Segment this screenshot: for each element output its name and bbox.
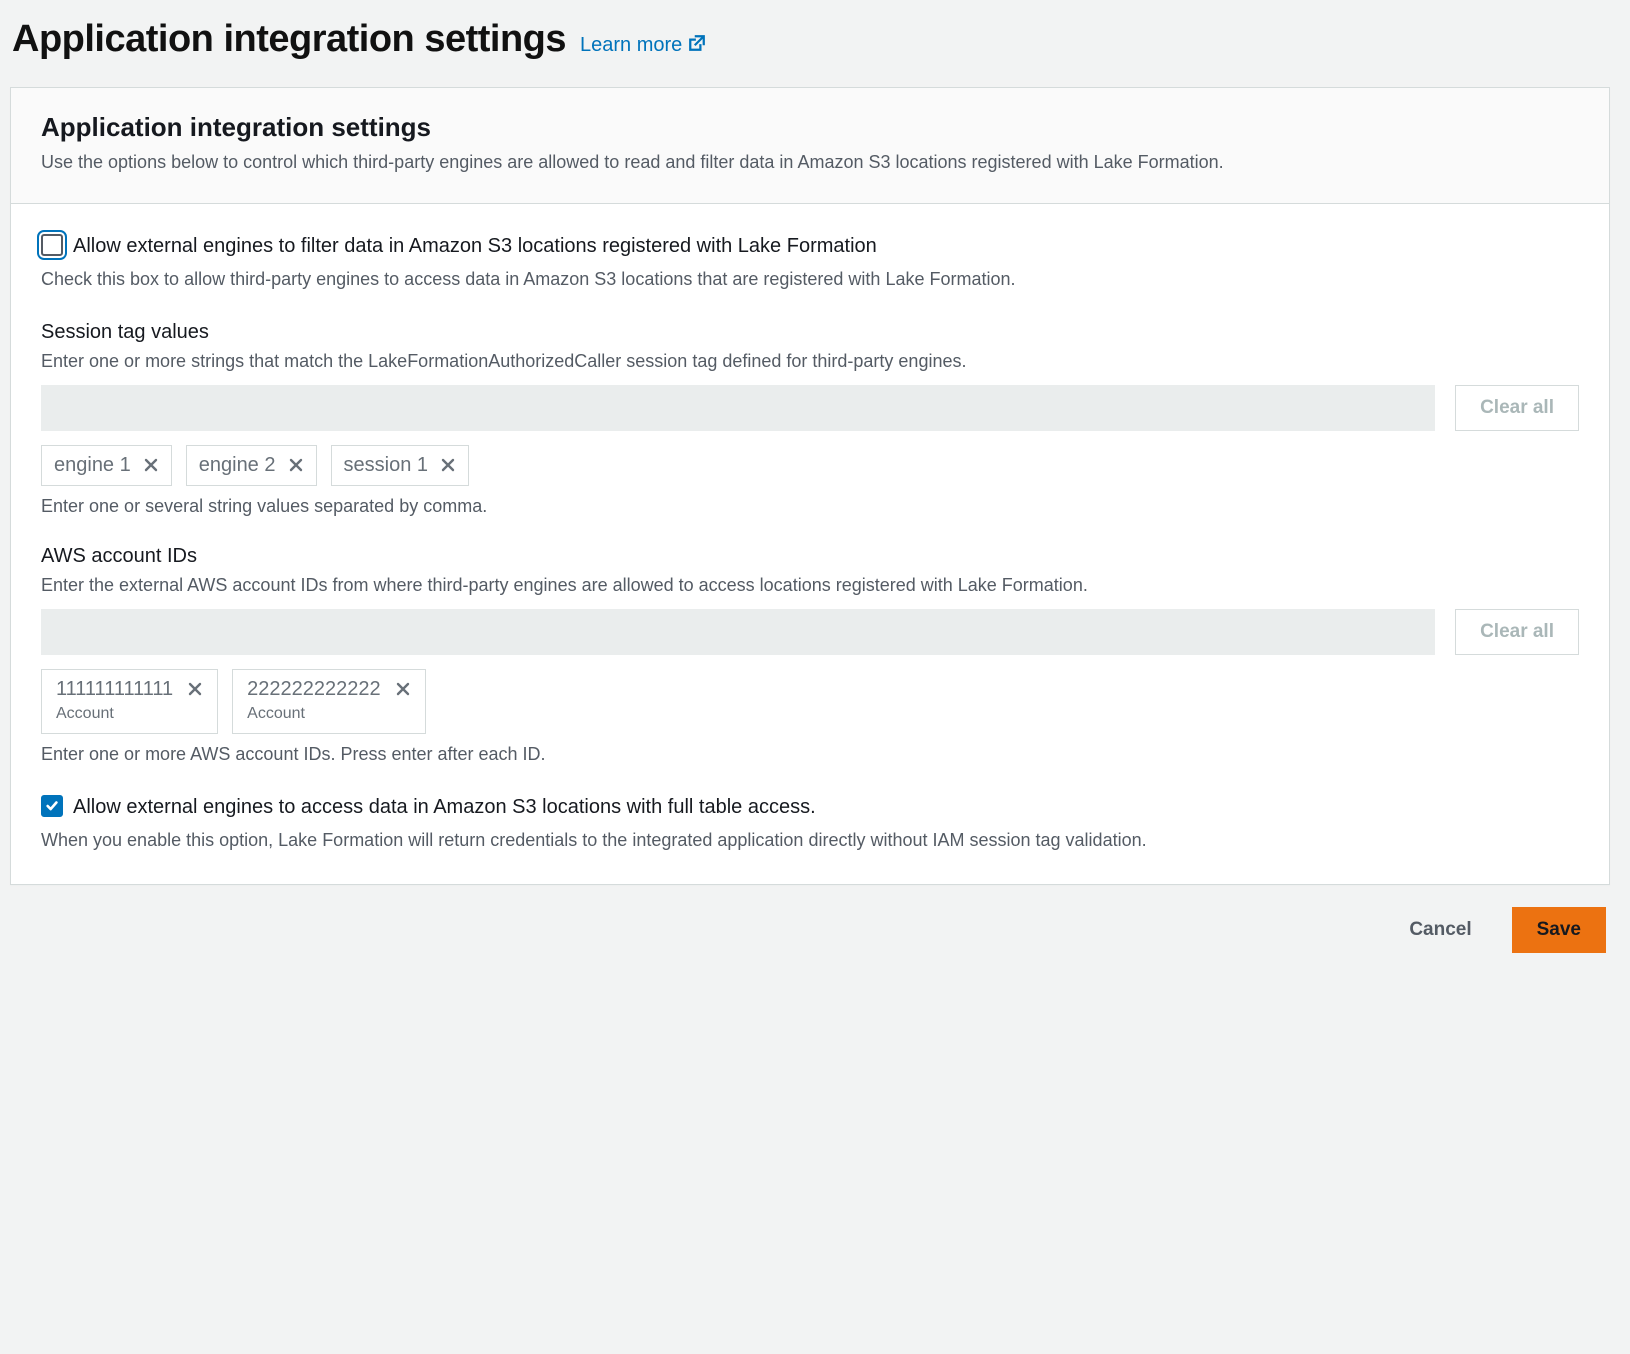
cancel-button[interactable]: Cancel: [1385, 907, 1495, 953]
accounts-input[interactable]: [41, 609, 1435, 655]
accounts-label: AWS account IDs: [41, 545, 1579, 568]
allow-full-help: When you enable this option, Lake Format…: [41, 827, 1579, 854]
allow-filter-checkbox[interactable]: [41, 234, 63, 256]
allow-full-label: Allow external engines to access data in…: [73, 793, 816, 821]
settings-card: Application integration settings Use the…: [10, 87, 1610, 885]
session-tag-label: session 1: [344, 454, 429, 477]
allow-filter-help: Check this box to allow third-party engi…: [41, 266, 1579, 293]
account-tag: 111111111111 Account: [41, 669, 218, 734]
session-tags-label: Session tag values: [41, 321, 1579, 344]
remove-account-icon[interactable]: [187, 681, 203, 697]
session-tags-hint: Enter one or several string values separ…: [41, 496, 1579, 517]
session-tag-label: engine 2: [199, 454, 276, 477]
accounts-list: 111111111111 Account 222222222222 Account: [41, 669, 1579, 734]
page-title: Application integration settings: [12, 18, 566, 61]
session-tags-input[interactable]: [41, 385, 1435, 431]
accounts-field: AWS account IDs Enter the external AWS a…: [41, 545, 1579, 765]
allow-filter-field: Allow external engines to filter data in…: [41, 232, 1579, 293]
remove-tag-icon[interactable]: [288, 457, 304, 473]
accounts-hint: Enter one or more AWS account IDs. Press…: [41, 744, 1579, 765]
allow-full-field: Allow external engines to access data in…: [41, 793, 1579, 854]
account-sublabel: Account: [247, 705, 305, 723]
remove-tag-icon[interactable]: [440, 457, 456, 473]
session-tags-list: engine 1 engine 2 session 1: [41, 445, 1579, 486]
session-tags-field: Session tag values Enter one or more str…: [41, 321, 1579, 517]
external-link-icon: [688, 34, 706, 58]
session-tag: session 1: [331, 445, 470, 486]
session-tag: engine 2: [186, 445, 317, 486]
card-title: Application integration settings: [41, 112, 1579, 143]
session-tags-clear-all-button[interactable]: Clear all: [1455, 385, 1579, 431]
learn-more-label: Learn more: [580, 34, 682, 57]
account-sublabel: Account: [56, 705, 114, 723]
remove-tag-icon[interactable]: [143, 457, 159, 473]
learn-more-link[interactable]: Learn more: [580, 34, 706, 58]
page-header: Application integration settings Learn m…: [10, 10, 1610, 87]
account-id: 222222222222: [247, 678, 380, 701]
allow-filter-label: Allow external engines to filter data in…: [73, 232, 877, 260]
accounts-desc: Enter the external AWS account IDs from …: [41, 572, 1579, 599]
card-subtitle: Use the options below to control which t…: [41, 149, 1579, 177]
account-id: 111111111111: [56, 678, 173, 701]
account-tag: 222222222222 Account: [232, 669, 425, 734]
allow-full-checkbox[interactable]: [41, 795, 63, 817]
accounts-clear-all-button[interactable]: Clear all: [1455, 609, 1579, 655]
session-tags-desc: Enter one or more strings that match the…: [41, 348, 1579, 375]
session-tag-label: engine 1: [54, 454, 131, 477]
remove-account-icon[interactable]: [395, 681, 411, 697]
form-footer: Cancel Save: [10, 885, 1610, 959]
card-header: Application integration settings Use the…: [11, 88, 1609, 204]
session-tag: engine 1: [41, 445, 172, 486]
save-button[interactable]: Save: [1512, 907, 1606, 953]
